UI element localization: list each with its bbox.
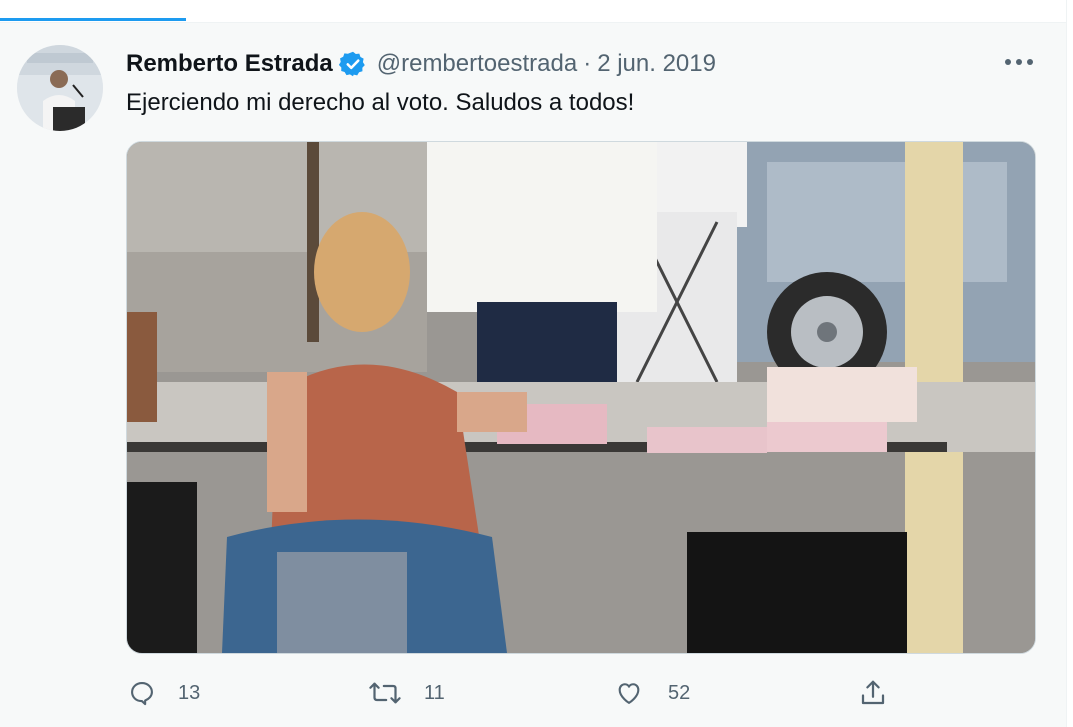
more-options-icon	[1005, 59, 1033, 65]
avatar[interactable]	[17, 45, 103, 131]
reply-icon	[131, 682, 153, 706]
user-handle[interactable]: @rembertoestrada	[377, 50, 577, 78]
retweet-count: 11	[424, 681, 445, 704]
tweet-actions: 13 11 52	[0, 673, 1066, 717]
retweet-button[interactable]: 11	[368, 673, 445, 713]
scrollbar-track[interactable]	[1066, 0, 1073, 727]
top-tab-bar	[0, 0, 1066, 23]
tweet-photo[interactable]	[126, 141, 1036, 654]
share-button[interactable]	[858, 673, 888, 713]
display-name[interactable]: Remberto Estrada	[126, 50, 333, 78]
tweet-card[interactable]: Remberto Estrada @rembertoestrada · 2 ju…	[0, 23, 1066, 727]
verified-badge-icon	[338, 50, 367, 78]
more-options-button[interactable]	[1000, 47, 1038, 77]
voting-booth-photo	[127, 142, 1035, 653]
reply-button[interactable]: 13	[128, 673, 200, 713]
avatar-photo	[17, 45, 103, 131]
active-tab-indicator	[0, 18, 186, 21]
like-count: 52	[668, 681, 691, 704]
retweet-icon	[369, 682, 401, 704]
heart-icon	[618, 683, 640, 704]
like-button[interactable]: 52	[614, 673, 690, 713]
tweet-date[interactable]: 2 jun. 2019	[597, 50, 716, 78]
tweet-text: Ejerciendo mi derecho al voto. Saludos a…	[126, 89, 635, 116]
header-separator: ·	[583, 50, 592, 77]
share-icon	[861, 680, 885, 705]
tweet-header: Remberto Estrada @rembertoestrada · 2 ju…	[126, 49, 716, 79]
reply-count: 13	[178, 681, 201, 704]
twitter-page: Remberto Estrada @rembertoestrada · 2 ju…	[0, 0, 1073, 727]
